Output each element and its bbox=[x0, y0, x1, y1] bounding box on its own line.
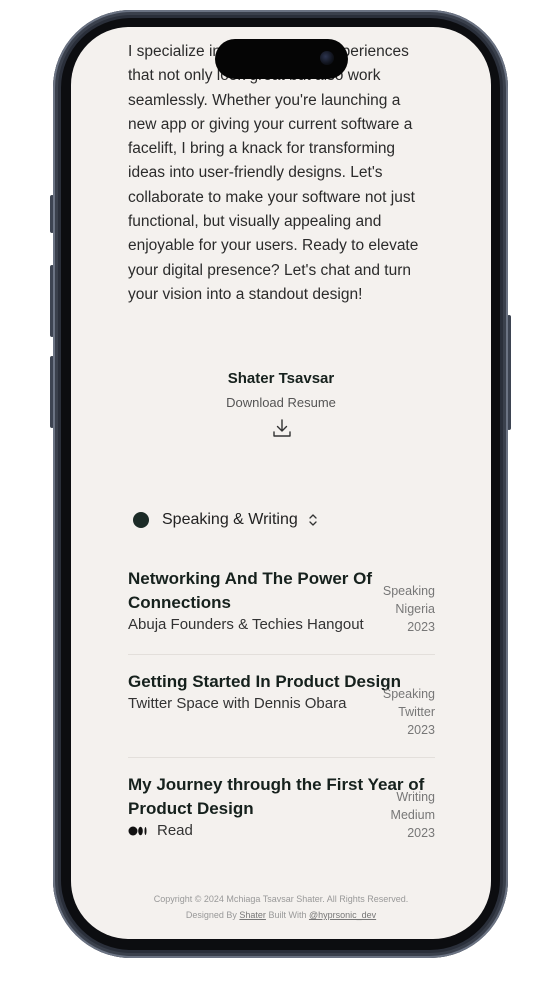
section-selector-label: Speaking & Writing bbox=[162, 511, 298, 528]
read-label: Read bbox=[157, 822, 193, 839]
download-resume-link[interactable]: Download Resume bbox=[71, 395, 491, 410]
section-dot bbox=[133, 512, 149, 528]
screen: I specialize in crafting digital experie… bbox=[71, 27, 491, 939]
camera-icon bbox=[320, 51, 334, 65]
item-venue: Twitter bbox=[398, 705, 435, 719]
read-link[interactable]: Read bbox=[128, 822, 435, 839]
profile-name: Shater Tsavsar bbox=[227, 370, 335, 387]
divider bbox=[128, 654, 435, 655]
item-type: Writing bbox=[396, 790, 435, 804]
item-venue: Medium bbox=[390, 808, 435, 822]
section-selector[interactable]: Speaking & Writing bbox=[133, 511, 319, 529]
list-item[interactable]: My Journey through the First Year of Pro… bbox=[128, 773, 435, 839]
builder-link[interactable]: @hyprsonic_dev bbox=[309, 910, 376, 920]
chevron-up-down-icon bbox=[309, 514, 317, 526]
bio-text: I specialize in crafting digital experie… bbox=[128, 43, 419, 303]
item-meta: Speaking Nigeria 2023 bbox=[383, 582, 435, 636]
item-title: My Journey through the First Year of Pro… bbox=[128, 775, 425, 818]
item-year: 2023 bbox=[407, 723, 435, 737]
medium-icon bbox=[128, 826, 147, 835]
built-with-label: Built With bbox=[268, 910, 307, 920]
item-year: 2023 bbox=[407, 826, 435, 840]
item-meta: Speaking Twitter 2023 bbox=[383, 685, 435, 739]
credits: Designed By Shater Built With @hyprsonic… bbox=[71, 907, 491, 923]
item-type: Speaking bbox=[382, 584, 435, 598]
copyright-text: Copyright © 2024 Mchiaga Tsavsar Shater.… bbox=[153, 894, 409, 904]
item-meta: Writing Medium 2023 bbox=[391, 788, 435, 842]
designed-by-label: Designed By bbox=[185, 910, 237, 920]
dynamic-island bbox=[215, 39, 348, 79]
item-year: 2023 bbox=[407, 620, 435, 634]
item-type: Speaking bbox=[382, 687, 435, 701]
designer-link[interactable]: Shater bbox=[239, 910, 266, 920]
divider bbox=[128, 757, 435, 758]
item-venue: Nigeria bbox=[395, 602, 435, 616]
download-icon[interactable] bbox=[271, 417, 293, 439]
footer: Copyright © 2024 Mchiaga Tsavsar Shater.… bbox=[71, 891, 491, 923]
